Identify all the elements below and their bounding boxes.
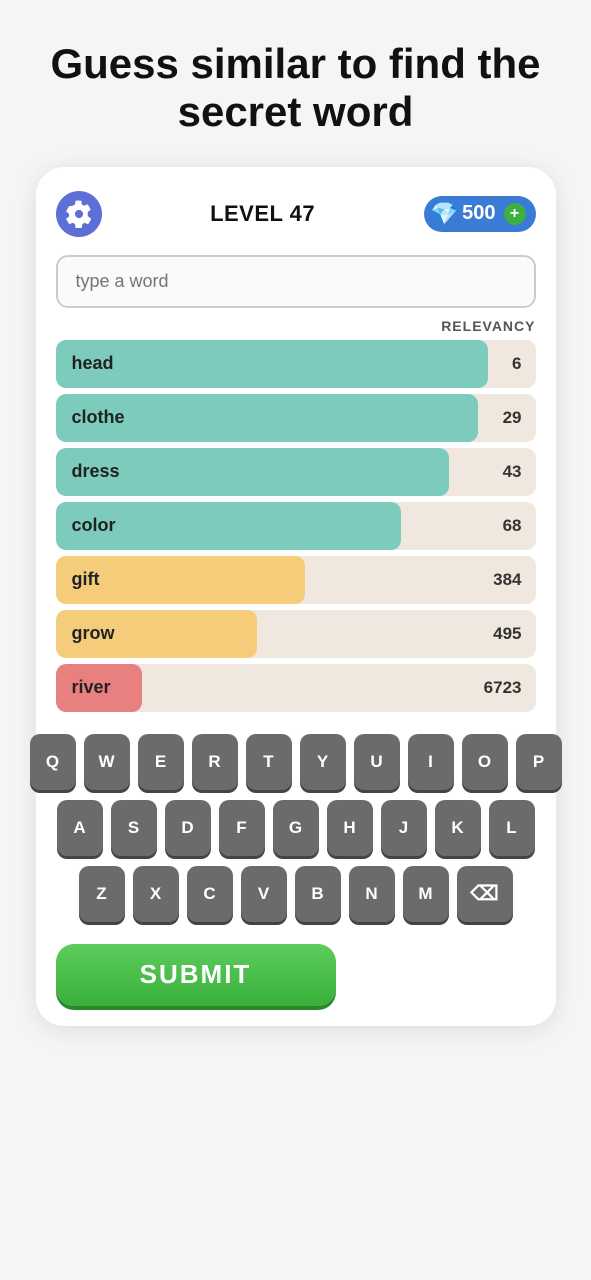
- key-b[interactable]: B: [295, 866, 341, 922]
- settings-button[interactable]: [56, 191, 102, 237]
- key-a[interactable]: A: [57, 800, 103, 856]
- gems-badge: 💎 500 +: [424, 196, 536, 232]
- word-score: 43: [503, 462, 522, 482]
- key-c[interactable]: C: [187, 866, 233, 922]
- key-f[interactable]: F: [219, 800, 265, 856]
- key-o[interactable]: O: [462, 734, 508, 790]
- list-item[interactable]: gift 384: [56, 556, 536, 604]
- word-label: head: [56, 353, 114, 374]
- submit-button[interactable]: SUBMIT: [56, 944, 336, 1006]
- word-score: 6723: [484, 678, 522, 698]
- key-x[interactable]: X: [133, 866, 179, 922]
- level-label: LEVEL 47: [210, 201, 315, 227]
- list-item[interactable]: head 6: [56, 340, 536, 388]
- key-n[interactable]: N: [349, 866, 395, 922]
- key-s[interactable]: S: [111, 800, 157, 856]
- word-score: 68: [503, 516, 522, 536]
- relevancy-header: RELEVANCY: [56, 318, 536, 334]
- gear-icon: [65, 200, 93, 228]
- card-header: LEVEL 47 💎 500 +: [56, 191, 536, 237]
- word-list: head 6 clothe 29 dress 43 color 68 gift 384 grow 49…: [56, 340, 536, 712]
- word-label: clothe: [56, 407, 125, 428]
- word-input[interactable]: [56, 255, 536, 308]
- backspace-key[interactable]: ⌫: [457, 866, 513, 922]
- word-label: color: [56, 515, 116, 536]
- add-gems-button[interactable]: +: [504, 203, 526, 225]
- list-item[interactable]: clothe 29: [56, 394, 536, 442]
- key-k[interactable]: K: [435, 800, 481, 856]
- key-w[interactable]: W: [84, 734, 130, 790]
- keyboard-row-1: QWERTYUIOP: [30, 734, 562, 790]
- key-q[interactable]: Q: [30, 734, 76, 790]
- list-item[interactable]: color 68: [56, 502, 536, 550]
- key-u[interactable]: U: [354, 734, 400, 790]
- list-item[interactable]: dress 43: [56, 448, 536, 496]
- key-d[interactable]: D: [165, 800, 211, 856]
- page-title: Guess similar to find the secret word: [0, 40, 591, 137]
- key-i[interactable]: I: [408, 734, 454, 790]
- key-v[interactable]: V: [241, 866, 287, 922]
- key-p[interactable]: P: [516, 734, 562, 790]
- word-score: 29: [503, 408, 522, 428]
- key-z[interactable]: Z: [79, 866, 125, 922]
- key-r[interactable]: R: [192, 734, 238, 790]
- gem-icon: 💎: [431, 201, 458, 227]
- key-y[interactable]: Y: [300, 734, 346, 790]
- word-label: dress: [56, 461, 120, 482]
- keyboard-row-2: ASDFGHJKL: [57, 800, 535, 856]
- word-score: 495: [493, 624, 521, 644]
- word-score: 384: [493, 570, 521, 590]
- gems-count: 500: [462, 202, 495, 225]
- word-label: river: [56, 677, 111, 698]
- key-e[interactable]: E: [138, 734, 184, 790]
- key-g[interactable]: G: [273, 800, 319, 856]
- key-j[interactable]: J: [381, 800, 427, 856]
- word-score: 6: [512, 354, 521, 374]
- game-card: LEVEL 47 💎 500 + RELEVANCY head 6 clothe 29…: [36, 167, 556, 1026]
- key-l[interactable]: L: [489, 800, 535, 856]
- key-t[interactable]: T: [246, 734, 292, 790]
- list-item[interactable]: river 6723: [56, 664, 536, 712]
- keyboard: QWERTYUIOP ASDFGHJKL ZXCVBNM⌫: [56, 734, 536, 922]
- key-m[interactable]: M: [403, 866, 449, 922]
- key-h[interactable]: H: [327, 800, 373, 856]
- word-label: grow: [56, 623, 115, 644]
- keyboard-row-3: ZXCVBNM⌫: [79, 866, 513, 922]
- list-item[interactable]: grow 495: [56, 610, 536, 658]
- word-label: gift: [56, 569, 100, 590]
